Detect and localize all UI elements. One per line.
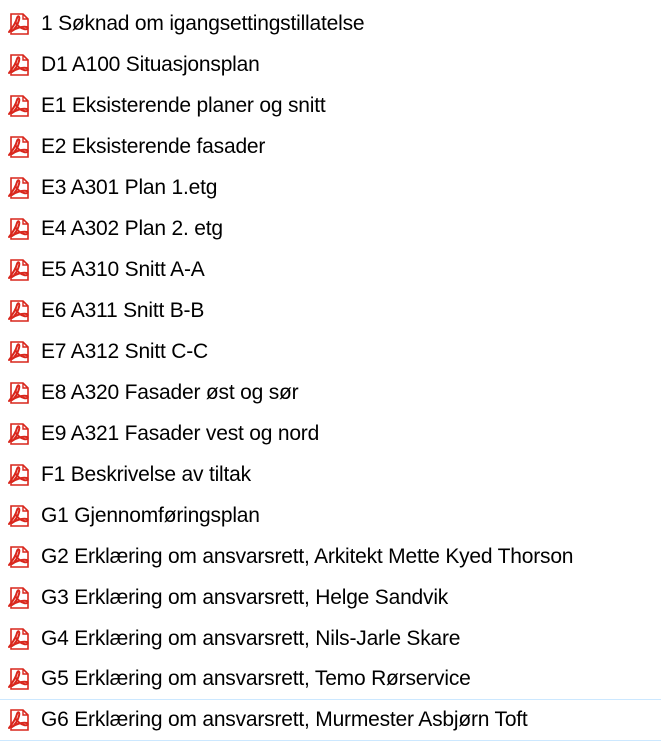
pdf-icon <box>6 626 32 652</box>
pdf-icon <box>6 93 32 119</box>
pdf-icon <box>6 503 32 529</box>
file-item[interactable]: E7 A312 Snitt C-C <box>0 331 661 372</box>
file-name: 1 Søknad om igangsettingstillatelse <box>41 11 365 35</box>
file-name: E6 A311 Snitt B-B <box>41 298 205 322</box>
file-name: E4 A302 Plan 2. etg <box>41 216 223 240</box>
file-item[interactable]: G1 Gjennomføringsplan <box>0 495 661 536</box>
file-item[interactable]: E5 A310 Snitt A-A <box>0 249 661 290</box>
file-name: G2 Erklæring om ansvarsrett, Arkitekt Me… <box>41 544 574 568</box>
pdf-icon <box>6 544 32 570</box>
pdf-icon <box>6 52 32 78</box>
file-name: E1 Eksisterende planer og snitt <box>41 93 326 117</box>
file-name: E5 A310 Snitt A-A <box>41 257 205 281</box>
file-item[interactable]: G6 Erklæring om ansvarsrett, Murmester A… <box>0 700 661 741</box>
file-name: E8 A320 Fasader øst og sør <box>41 380 299 404</box>
file-item[interactable]: G4 Erklæring om ansvarsrett, Nils-Jarle … <box>0 618 661 659</box>
file-item[interactable]: E4 A302 Plan 2. etg <box>0 208 661 249</box>
file-item[interactable]: E2 Eksisterende fasader <box>0 126 661 167</box>
pdf-icon <box>6 175 32 201</box>
file-name: E7 A312 Snitt C-C <box>41 339 209 363</box>
file-name: F1 Beskrivelse av tiltak <box>41 462 251 486</box>
pdf-icon <box>6 707 32 733</box>
pdf-icon <box>6 134 32 160</box>
file-item[interactable]: G2 Erklæring om ansvarsrett, Arkitekt Me… <box>0 536 661 577</box>
pdf-icon <box>6 339 32 365</box>
file-item[interactable]: E1 Eksisterende planer og snitt <box>0 85 661 126</box>
file-item[interactable]: 1 Søknad om igangsettingstillatelse <box>0 3 661 44</box>
pdf-icon <box>6 216 32 242</box>
file-item[interactable]: E8 A320 Fasader øst og sør <box>0 372 661 413</box>
pdf-icon <box>6 380 32 406</box>
file-name: G3 Erklæring om ansvarsrett, Helge Sandv… <box>41 585 449 609</box>
file-name: E2 Eksisterende fasader <box>41 134 266 158</box>
file-list: 1 Søknad om igangsettingstillatelse D1 A1… <box>0 0 661 751</box>
file-item[interactable]: G3 Erklæring om ansvarsrett, Helge Sandv… <box>0 577 661 618</box>
file-item[interactable]: G5 Erklæring om ansvarsrett, Temo Rørser… <box>0 659 661 700</box>
file-name: G4 Erklæring om ansvarsrett, Nils-Jarle … <box>41 626 461 650</box>
file-item[interactable]: F1 Beskrivelse av tiltak <box>0 454 661 495</box>
pdf-icon <box>6 462 32 488</box>
pdf-icon <box>6 11 32 37</box>
file-name: G1 Gjennomføringsplan <box>41 503 260 527</box>
file-name: E9 A321 Fasader vest og nord <box>41 421 320 445</box>
file-item[interactable]: E3 A301 Plan 1.etg <box>0 167 661 208</box>
file-name: G5 Erklæring om ansvarsrett, Temo Rørser… <box>41 667 471 690</box>
pdf-icon <box>6 298 32 324</box>
file-item[interactable]: E6 A311 Snitt B-B <box>0 290 661 331</box>
pdf-icon <box>6 257 32 283</box>
pdf-icon <box>6 666 32 692</box>
file-name: D1 A100 Situasjonsplan <box>41 52 260 76</box>
pdf-icon <box>6 585 32 611</box>
file-item[interactable]: E9 A321 Fasader vest og nord <box>0 413 661 454</box>
file-name: G6 Erklæring om ansvarsrett, Murmester A… <box>41 708 528 731</box>
file-name: E3 A301 Plan 1.etg <box>41 175 218 199</box>
file-item[interactable]: D1 A100 Situasjonsplan <box>0 44 661 85</box>
pdf-icon <box>6 421 32 447</box>
